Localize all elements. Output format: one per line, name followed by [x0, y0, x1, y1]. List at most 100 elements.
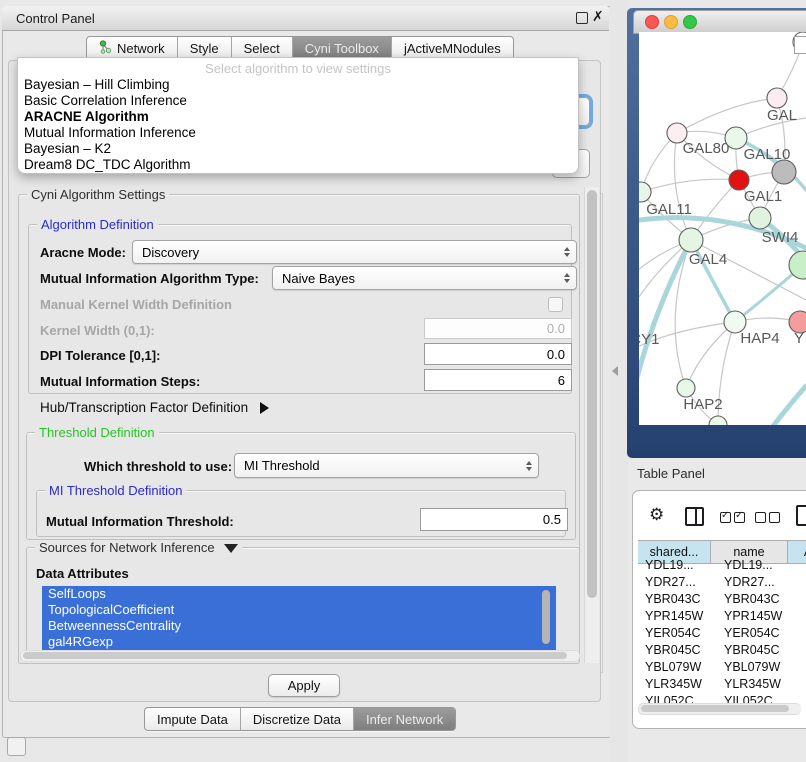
table-cell: YBR043C — [717, 591, 800, 608]
tab-jactivemnodules[interactable]: jActiveMNodules — [392, 37, 513, 59]
mi-threshold-field[interactable]: 0.5 — [420, 508, 568, 531]
algorithm-option[interactable]: Mutual Information Inference — [24, 125, 578, 141]
algorithm-option[interactable]: ARACNE Algorithm — [24, 109, 578, 125]
scrollbar-thumb[interactable] — [587, 190, 597, 598]
algorithm-option[interactable]: Dream8 DC_TDC Algorithm — [24, 157, 578, 173]
table-row[interactable]: YDR27...YDR27...12 — [638, 574, 806, 591]
algorithm-option[interactable]: Basic Correlation Inference — [24, 93, 578, 109]
table-row[interactable]: YBR043CYBR043C — [638, 591, 806, 608]
network-node-gal4[interactable] — [679, 228, 703, 252]
aracne-mode-combo[interactable]: Discovery — [132, 240, 577, 264]
table-panel-title: Table Panel — [637, 466, 705, 481]
bottom-tab-impute-data[interactable]: Impute Data — [145, 708, 241, 730]
table-cell: 9. — [800, 676, 806, 693]
table-row[interactable]: YPR145WYPR145W9. — [638, 608, 806, 625]
collapse-down-icon[interactable] — [224, 544, 238, 553]
mi-algorithm-type-label: Mutual Information Algorithm Type: — [40, 271, 259, 286]
table-toolbar: ⚙ — [640, 503, 806, 533]
close-traffic-light[interactable] — [645, 15, 659, 29]
dpi-tolerance-field[interactable]: 0.0 — [424, 343, 572, 365]
minimize-traffic-light[interactable] — [664, 15, 678, 29]
cyni-algorithm-settings-title: Cyni Algorithm Settings — [27, 187, 169, 202]
tab-style[interactable]: Style — [178, 37, 232, 59]
tab-label: Impute Data — [157, 712, 228, 727]
attribute-item[interactable]: gal4RGexp — [42, 634, 556, 650]
select-all-checkboxes-icon[interactable] — [720, 510, 748, 528]
kernel-width-value: 0.0 — [547, 321, 565, 336]
mi-steps-label: Mutual Information Steps: — [40, 374, 200, 389]
table-header-row: shared...nameA — [638, 540, 806, 557]
table-cell: YER054C — [638, 625, 717, 642]
table-horizontal-scrollbar[interactable] — [638, 703, 801, 715]
attribute-item[interactable]: TopologicalCoefficient — [42, 602, 556, 618]
data-attributes-list[interactable]: SelfLoopsTopologicalCoefficientBetweenne… — [42, 586, 556, 650]
zoom-traffic-light[interactable] — [683, 15, 697, 29]
table-cell: YBL079W — [717, 659, 800, 676]
table-row[interactable]: YDL19...YDL19...13 — [638, 557, 806, 574]
tab-network[interactable]: Network — [87, 37, 178, 59]
mi-steps-field[interactable]: 6 — [424, 369, 572, 391]
network-canvas[interactable]: GALGAL80GAL10GAL1GAL11SWI4GAL4GCY1HAP4YH… — [639, 32, 806, 425]
float-window-icon[interactable] — [576, 12, 588, 24]
hub-section-header[interactable]: Hub/Transcription Factor Definition — [40, 400, 269, 415]
which-threshold-combo[interactable]: MI Threshold — [234, 453, 539, 478]
attribute-item[interactable]: BetweennessCentrality — [42, 618, 556, 634]
tab-cyni-toolbox[interactable]: Cyni Toolbox — [293, 37, 392, 59]
algorithm-option[interactable]: Bayesian – K2 — [24, 141, 578, 157]
table-cell: YPR145W — [717, 608, 800, 625]
tab-label: Select — [244, 41, 280, 56]
table-row[interactable]: YBR045CYBR045C9. — [638, 642, 806, 659]
hscroll-thumb[interactable] — [23, 652, 567, 659]
table-cell: 9. — [800, 608, 806, 625]
table-cell: YBR045C — [638, 642, 717, 659]
close-icon[interactable]: ✗ — [592, 8, 604, 25]
table-row[interactable]: YER054CYER054C8. — [638, 625, 806, 642]
manual-kernel-width-checkbox[interactable] — [548, 297, 563, 312]
minimized-panel-button[interactable] — [7, 737, 26, 756]
mi-algorithm-type-combo[interactable]: Naive Bayes — [272, 266, 577, 290]
algorithm-option[interactable]: Bayesian – Hill Climbing — [24, 77, 578, 93]
table-row[interactable]: YBL079WYBL079W — [638, 659, 806, 676]
network-node[interactable] — [772, 160, 796, 184]
new-table-icon[interactable] — [796, 505, 806, 526]
combo-arrows-icon — [564, 273, 570, 283]
kernel-width-field[interactable]: 0.0 — [424, 318, 572, 339]
expand-right-icon[interactable] — [260, 402, 269, 414]
mi-algorithm-type-value: Naive Bayes — [282, 271, 355, 286]
node-label: GAL4 — [689, 251, 727, 268]
network-edge — [686, 322, 735, 388]
table-row[interactable]: YLR345WYLR345W9. — [638, 676, 806, 693]
table-cell: 12 — [800, 574, 806, 591]
gear-icon[interactable]: ⚙ — [649, 506, 664, 523]
columns-icon[interactable] — [685, 507, 704, 526]
deselect-all-checkboxes-icon[interactable] — [755, 510, 783, 528]
attribute-item[interactable]: SelfLoops — [42, 586, 556, 602]
apply-button[interactable]: Apply — [268, 674, 340, 697]
network-node-hap2[interactable] — [677, 379, 695, 397]
algorithm-definition-title: Algorithm Definition — [37, 217, 158, 232]
hub-section-label: Hub/Transcription Factor Definition — [40, 400, 248, 415]
combo-arrows-icon — [526, 461, 532, 471]
table-cell: YLR345W — [717, 676, 800, 693]
network-node-gal11[interactable] — [639, 182, 651, 202]
dpi-tolerance-value: 0.0 — [547, 347, 565, 362]
network-node-gal[interactable] — [767, 88, 787, 108]
tab-select[interactable]: Select — [232, 37, 293, 59]
table-hscroll-thumb[interactable] — [641, 705, 789, 712]
list-horizontal-scrollbar[interactable] — [20, 650, 580, 662]
combo-arrows-icon — [564, 247, 570, 257]
divider-collapse-handle[interactable] — [612, 366, 618, 376]
network-node-swi4[interactable] — [749, 207, 771, 229]
bottom-tab-infer-network[interactable]: Infer Network — [354, 708, 455, 730]
tab-label: Infer Network — [366, 712, 443, 727]
settings-vertical-scrollbar[interactable] — [584, 187, 599, 663]
which-threshold-label: Which threshold to use: — [84, 459, 232, 474]
bottom-tab-discretize-data[interactable]: Discretize Data — [241, 708, 354, 730]
network-node-gal1[interactable] — [729, 170, 749, 190]
node-table: shared...nameA YDL19...YDL19...13YDR27..… — [638, 540, 806, 710]
network-node[interactable] — [709, 416, 727, 425]
tab-label: Discretize Data — [253, 712, 341, 727]
dpi-tolerance-label: DPI Tolerance [0,1]: — [40, 348, 160, 363]
node-label: GCY1 — [639, 331, 659, 348]
list-scrollbar-thumb[interactable] — [542, 590, 550, 644]
